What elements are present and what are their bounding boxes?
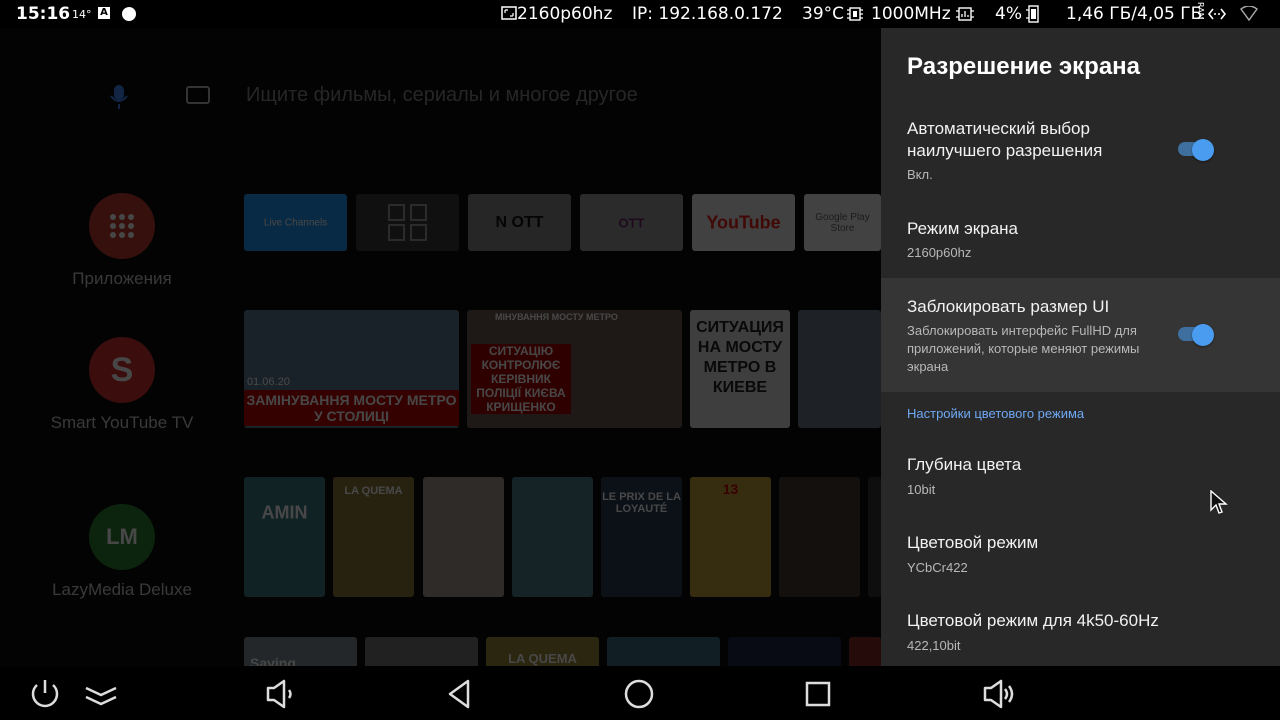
grid-icon: [388, 204, 427, 241]
bottom-tile[interactable]: [849, 637, 881, 666]
side-app-label: Приложения: [72, 269, 172, 288]
smart-youtube-icon: S: [89, 337, 155, 403]
settings-panel: Разрешение экрана Автоматический выбор н…: [881, 28, 1280, 666]
panel-title: Разрешение экрана: [907, 53, 1141, 80]
ram-label: RAM: [1196, 2, 1205, 20]
wifi-icon: [1240, 5, 1258, 27]
app-tile-n-ott[interactable]: N OTT: [468, 194, 571, 251]
movie-poster[interactable]: [868, 477, 881, 597]
news-tile-2[interactable]: МІНУВАННЯ МОСТУ МЕТРО СИТУАЦІЮ КОНТРОЛЮЄ…: [467, 310, 682, 428]
ip-address: IP: 192.168.0.172: [632, 4, 783, 24]
recents-icon[interactable]: [800, 676, 836, 712]
cpu-load-icon: [955, 6, 975, 27]
ethernet-icon: [1207, 6, 1227, 27]
circle-icon: [122, 7, 136, 21]
lock-ui-size-toggle[interactable]: [1178, 324, 1214, 346]
movie-poster[interactable]: AMIN: [244, 477, 325, 597]
bottom-tile[interactable]: [607, 637, 720, 666]
volume-up-icon[interactable]: [980, 676, 1016, 712]
movie-poster[interactable]: 13: [690, 477, 771, 597]
bottom-tile[interactable]: [728, 637, 841, 666]
home-icon[interactable]: [621, 676, 657, 712]
clock: 15:16: [16, 4, 71, 24]
app-tile-youtube[interactable]: YouTube: [692, 194, 795, 251]
volume-down-icon[interactable]: [261, 676, 297, 712]
app-tile-ott[interactable]: OTT: [580, 194, 683, 251]
movie-poster[interactable]: LA QUEMA: [333, 477, 414, 597]
resolution-indicator: 2160p60hz: [501, 4, 612, 24]
side-app-lazymedia[interactable]: LM LazyMedia Deluxe: [40, 504, 204, 600]
bottom-tile[interactable]: Saving: [244, 637, 357, 666]
bottom-tile[interactable]: LA QUEMA: [486, 637, 599, 666]
movie-poster[interactable]: [779, 477, 860, 597]
memory-icon: [1024, 5, 1042, 28]
status-bar: 15:16 14° A 2160p60hz IP: 192.168.0.172 …: [0, 0, 1280, 28]
movie-poster[interactable]: [512, 477, 593, 597]
setting-lock-ui-size[interactable]: Заблокировать размер UI Заблокировать ин…: [881, 278, 1280, 392]
notification-a-icon: A: [98, 7, 110, 19]
side-app-label: Smart YouTube TV: [50, 413, 194, 432]
launcher-background: Ищите фильмы, сериалы и многое другое Пр…: [0, 28, 881, 666]
cpu-load: 4%: [995, 4, 1022, 24]
side-app-label: LazyMedia Deluxe: [52, 580, 192, 599]
ram-usage: 1,46 ГБ/4,05 ГБ: [1066, 4, 1203, 24]
keyboard-icon[interactable]: [186, 86, 210, 104]
setting-color-mode-4k[interactable]: Цветовой режим для 4k50-60Hz 422,10bit: [881, 600, 1280, 666]
apps-grid-icon: [89, 193, 155, 259]
power-icon[interactable]: [27, 676, 63, 712]
temperature-small: 14°: [72, 8, 92, 21]
movie-poster[interactable]: LE PRIX DE LA LOYAUTÉ: [601, 477, 682, 597]
chip-icon: [846, 6, 864, 27]
mouse-cursor-icon: [1210, 490, 1228, 514]
news-tile-1[interactable]: 01.06.20 ЗАМІНУВАННЯ МОСТУ МЕТРО У СТОЛИ…: [244, 310, 459, 428]
cpu-temperature: 39°C: [802, 4, 845, 24]
app-tile-live-channels[interactable]: Live Channels: [244, 194, 347, 251]
setting-display-mode[interactable]: Режим экрана 2160p60hz: [881, 204, 1280, 274]
section-color-mode-settings: Настройки цветового режима: [907, 406, 1085, 421]
side-app-apps[interactable]: Приложения: [40, 193, 204, 289]
bottom-tile[interactable]: [365, 637, 478, 666]
screen-icon: [501, 6, 517, 20]
news-tile-4[interactable]: [798, 310, 881, 428]
app-tile-play-store[interactable]: Google Play Store: [804, 194, 881, 251]
setting-auto-resolution[interactable]: Автоматический выбор наилучшего разрешен…: [881, 106, 1280, 194]
setting-color-mode[interactable]: Цветовой режим YCbCr422: [881, 522, 1280, 592]
navigation-bar: [0, 666, 1280, 720]
lazymedia-icon: LM: [89, 504, 155, 570]
microphone-icon[interactable]: [110, 84, 128, 110]
side-app-smart-youtube[interactable]: S Smart YouTube TV: [40, 337, 204, 433]
auto-resolution-toggle[interactable]: [1178, 139, 1214, 161]
news-tile-3[interactable]: СИТУАЦИЯ НА МОСТУ МЕТРО В КИЕВЕ: [690, 310, 790, 428]
back-icon[interactable]: [442, 676, 478, 712]
app-tile-grid[interactable]: [356, 194, 459, 251]
search-placeholder[interactable]: Ищите фильмы, сериалы и многое другое: [246, 84, 638, 107]
cpu-frequency: 1000MHz: [871, 4, 951, 24]
movie-poster[interactable]: [423, 477, 504, 597]
collapse-icon[interactable]: [83, 676, 119, 712]
